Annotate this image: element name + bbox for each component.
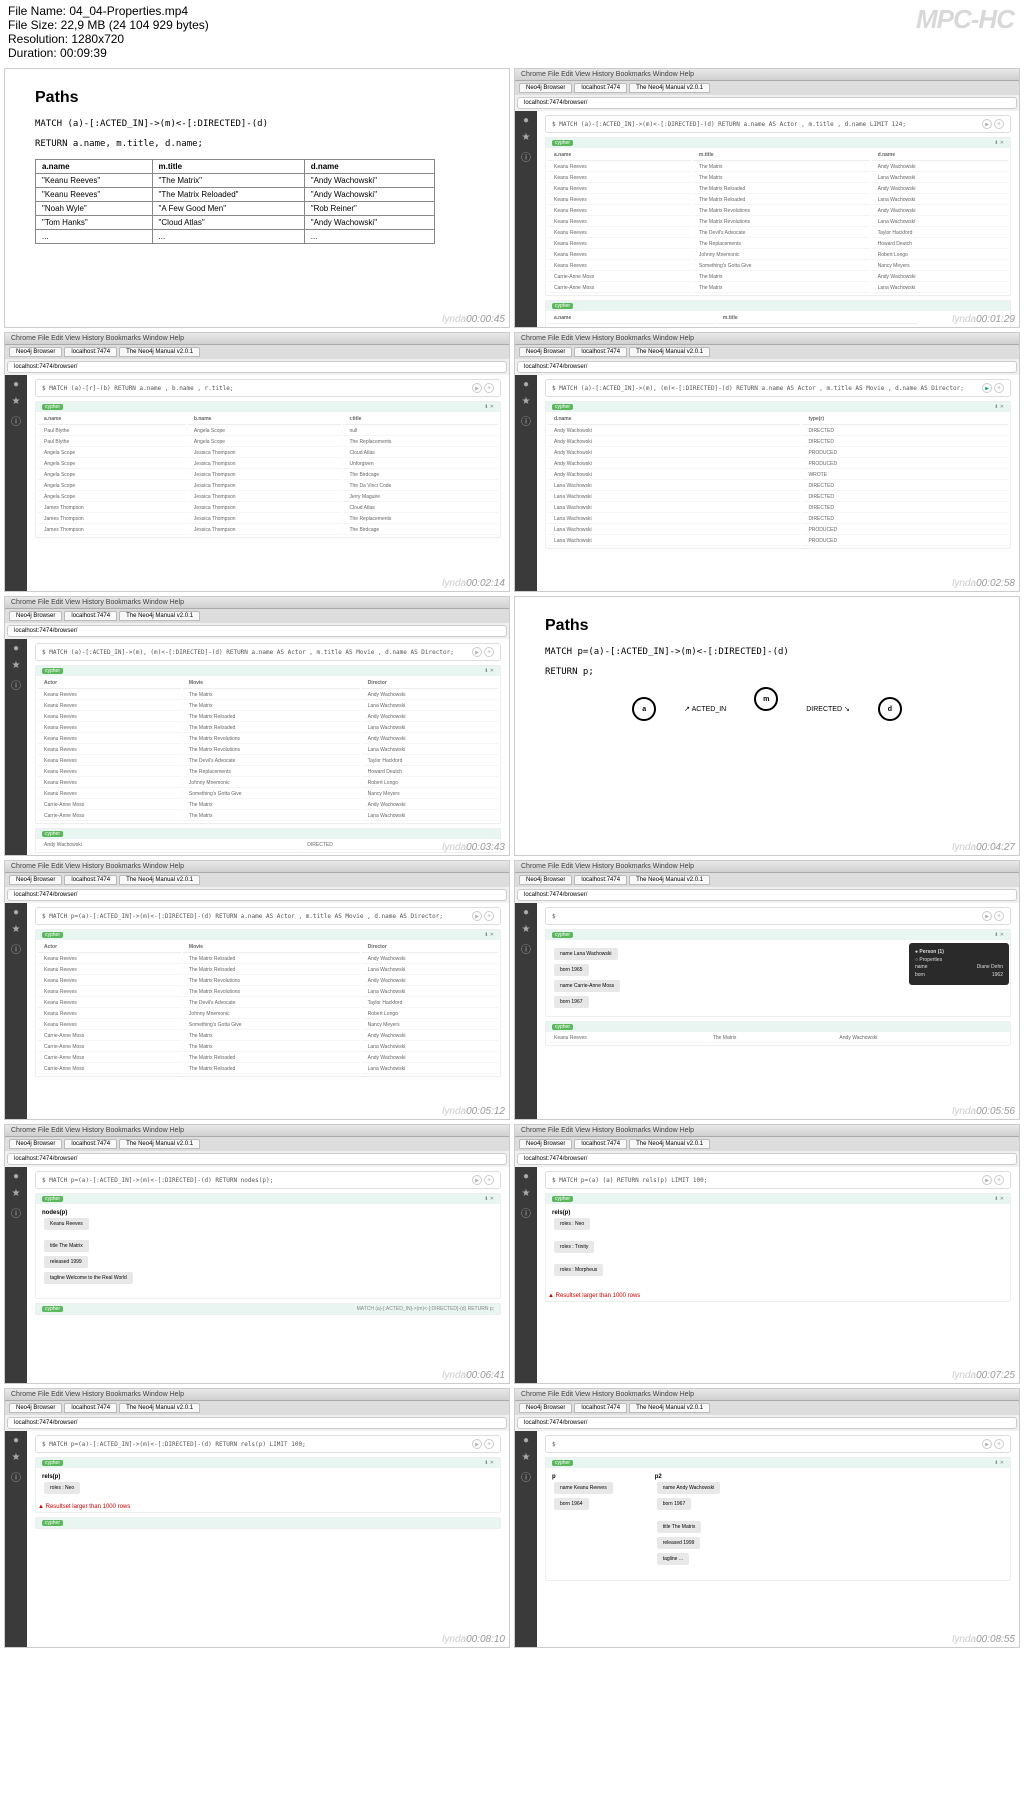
query[interactable]: $ MATCH (a)-[:ACTED_IN]->(m)<-[:DIRECTED… [552, 121, 906, 128]
thumbnail-11[interactable]: Chrome File Edit View History Bookmarks … [4, 1388, 510, 1648]
thumbnail-1[interactable]: Paths MATCH (a)-[:ACTED_IN]->(m)<-[:DIRE… [4, 68, 510, 328]
file-info-header: File Name: 04_04-Properties.mp4 File Siz… [0, 0, 1024, 64]
resolution: Resolution: 1280x720 [8, 32, 1016, 46]
thumbnail-3[interactable]: Chrome File Edit View History Bookmarks … [4, 332, 510, 592]
thumbnail-5[interactable]: Chrome File Edit View History Bookmarks … [4, 596, 510, 856]
node-tooltip: ● Person (1)○ Properties nameDiane Dehn … [909, 943, 1009, 985]
slide-title: Paths [35, 89, 479, 107]
thumbnail-8[interactable]: Chrome File Edit View History Bookmarks … [514, 860, 1020, 1120]
file-name: File Name: 04_04-Properties.mp4 [8, 4, 1016, 18]
thumbnail-6[interactable]: Paths MATCH p=(a)-[:ACTED_IN]->(m)<-[:DI… [514, 596, 1020, 856]
thumbnail-grid: Paths MATCH (a)-[:ACTED_IN]->(m)<-[:DIRE… [0, 64, 1024, 1652]
code-line: RETURN a.name, m.title, d.name; [35, 139, 479, 149]
thumbnail-7[interactable]: Chrome File Edit View History Bookmarks … [4, 860, 510, 1120]
result-table: a.namem.titled.name"Keanu Reeves""The Ma… [35, 159, 435, 244]
code-line: MATCH (a)-[:ACTED_IN]->(m)<-[:DIRECTED]-… [35, 119, 479, 129]
path-diagram: a ↗ ACTED_IN m DIRECTED ↘ d [545, 697, 989, 721]
browser-menu[interactable]: Chrome File Edit View History Bookmarks … [515, 69, 1019, 81]
duration: Duration: 00:09:39 [8, 46, 1016, 60]
add-icon[interactable]: + [994, 119, 1004, 129]
thumbnail-9[interactable]: Chrome File Edit View History Bookmarks … [4, 1124, 510, 1384]
thumbnail-2[interactable]: Chrome File Edit View History Bookmarks … [514, 68, 1020, 328]
thumbnail-12[interactable]: Chrome File Edit View History Bookmarks … [514, 1388, 1020, 1648]
thumbnail-10[interactable]: Chrome File Edit View History Bookmarks … [514, 1124, 1020, 1384]
mpc-logo: MPC-HC [916, 4, 1014, 35]
run-icon[interactable]: ▶ [982, 119, 992, 129]
file-size: File Size: 22,9 MB (24 104 929 bytes) [8, 18, 1016, 32]
thumbnail-4[interactable]: Chrome File Edit View History Bookmarks … [514, 332, 1020, 592]
error-message: ▲ Resultset larger than 1000 rows [36, 1502, 500, 1512]
